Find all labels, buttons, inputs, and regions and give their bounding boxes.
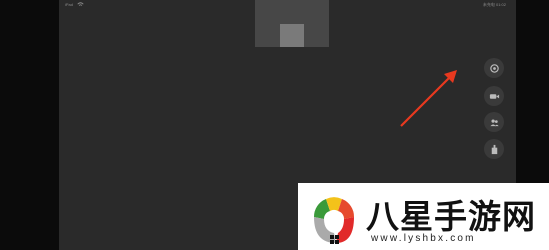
watermark-title: 八星手游网	[366, 197, 536, 236]
watermark-url: www.lyshbx.com	[371, 233, 476, 244]
wifi-icon	[77, 2, 84, 6]
camera-icon	[489, 93, 499, 99]
camera-button[interactable]	[484, 86, 504, 106]
watermark-banner: 八星手游网 www.lyshbx.com	[298, 183, 549, 250]
settings-icon	[489, 63, 499, 73]
carrier-label: iPad	[65, 2, 74, 7]
video-preview[interactable]	[255, 0, 329, 47]
status-right: 未充电 01:02	[482, 2, 506, 7]
annotation-arrow-icon	[400, 70, 457, 127]
settings-button[interactable]	[484, 58, 504, 78]
participants-button[interactable]	[484, 112, 504, 132]
participants-icon	[489, 118, 499, 126]
share-button[interactable]	[484, 139, 504, 159]
self-view-thumbnail[interactable]	[280, 24, 304, 47]
site-logo-icon	[313, 197, 355, 244]
share-icon	[491, 144, 497, 154]
